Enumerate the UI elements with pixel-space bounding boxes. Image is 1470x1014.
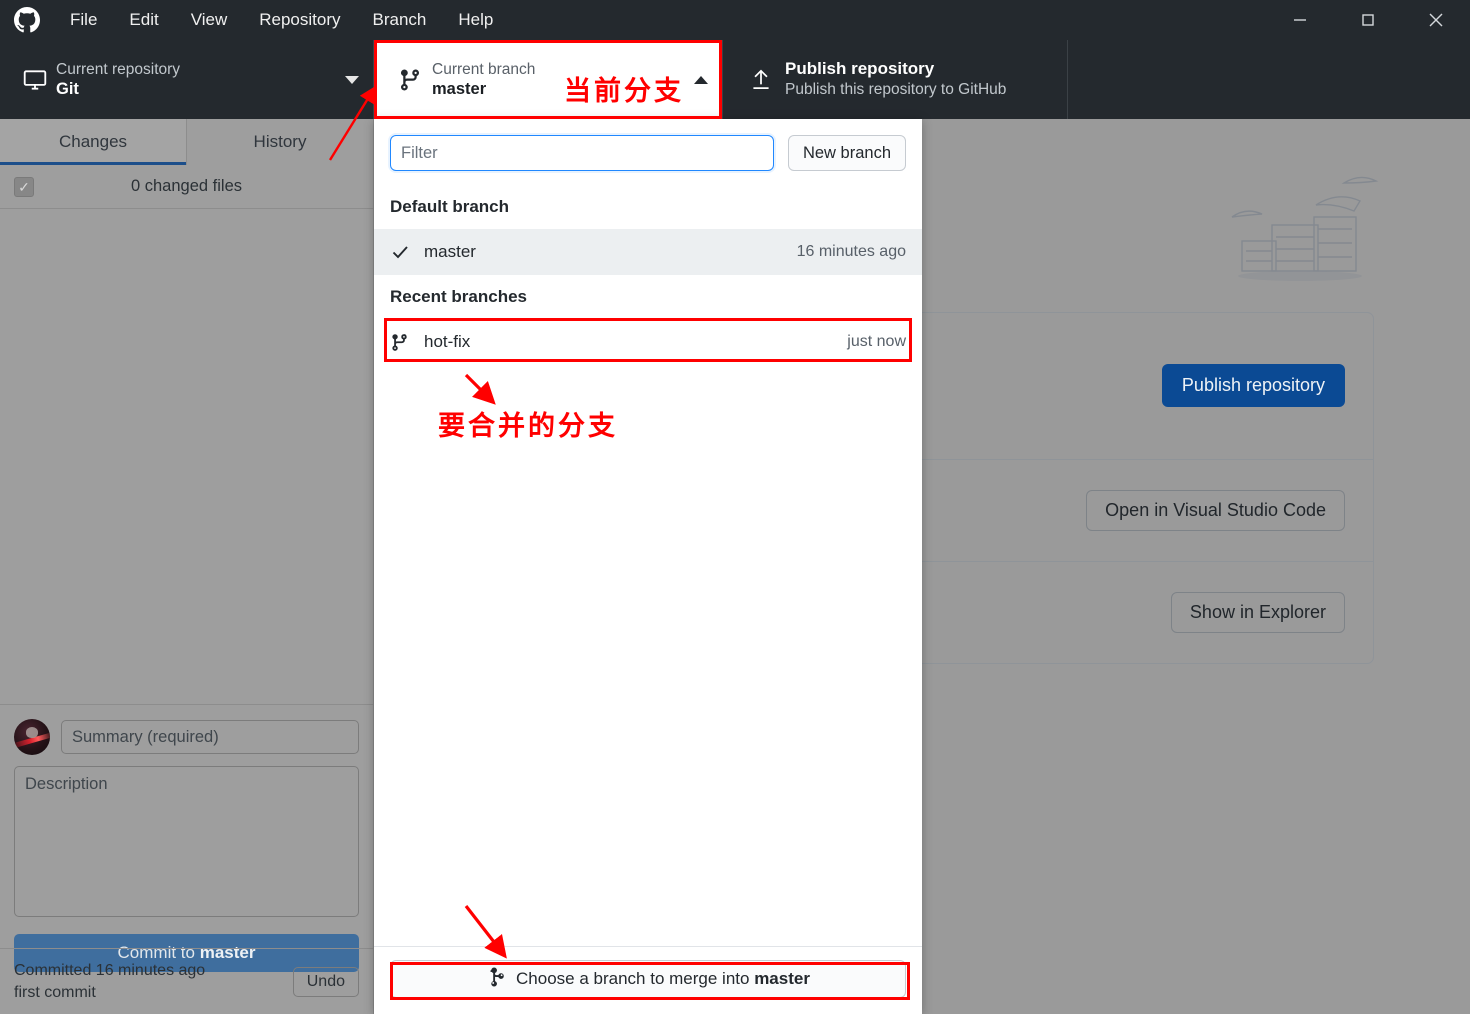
tab-changes[interactable]: Changes [0,119,186,165]
new-branch-button[interactable]: New branch [787,135,906,171]
changed-files-list[interactable] [0,209,373,704]
last-commit-message: first commit [14,983,96,1001]
chevron-up-icon [694,75,708,84]
branch-list-item-hot-fix[interactable]: hot-fix just now [374,319,922,365]
recent-branches-section-title: Recent branches [390,287,527,306]
menu-item-branch[interactable]: Branch [357,4,443,36]
publish-title: Publish repository [785,59,935,79]
github-logo-icon [0,7,54,33]
branch-time: 16 minutes ago [796,243,906,260]
publish-repository-button[interactable]: Publish repository [1161,364,1345,408]
commit-description-input[interactable] [14,766,359,917]
menu-bar: File Edit View Repository Branch Help [54,4,509,36]
chevron-down-icon [345,75,359,84]
app-toolbar: Current repository Git Current branch ma… [0,40,1470,119]
monitor-icon [14,67,56,93]
show-in-explorer-button[interactable]: Show in Explorer [1170,591,1345,633]
last-commit-time: Committed 16 minutes ago [14,961,206,979]
merge-button-prefix: Choose a branch to merge into [516,969,755,988]
commit-summary-input[interactable] [61,720,359,754]
upload-icon [737,67,785,93]
publish-repository-toolbar-button[interactable]: Publish repository Publish this reposito… [722,40,1068,119]
current-branch-name: master [432,79,487,98]
menu-item-file[interactable]: File [54,4,113,36]
default-branch-section-title: Default branch [390,197,510,216]
branch-list-item-master[interactable]: master 16 minutes ago [374,229,922,275]
title-bar: File Edit View Repository Branch Help [0,0,1470,40]
check-icon [390,242,424,262]
sidebar: Changes History ✓ 0 changed files Commit… [0,119,374,1014]
dropdown-toolbar: New branch [374,119,922,185]
branch-icon [390,333,424,352]
branch-name: master [424,242,476,261]
current-branch-caption: Current branch [432,60,536,78]
select-all-checkbox[interactable]: ✓ [14,176,34,197]
changed-files-count: 0 changed files [131,177,242,195]
github-desktop-window: File Edit View Repository Branch Help Cu… [0,0,1470,1014]
boxes-illustration-icon [1214,169,1404,314]
dropdown-footer: Choose a branch to merge into master [374,946,922,1014]
window-controls [1266,0,1470,40]
undo-button[interactable]: Undo [292,966,359,997]
menu-item-repository[interactable]: Repository [243,4,356,36]
last-commit-text: Committed 16 minutes ago first commit [14,960,293,1003]
choose-branch-to-merge-button[interactable]: Choose a branch to merge into master [390,960,906,998]
branch-icon [388,68,432,92]
branch-time: just now [847,333,906,350]
changed-files-header: ✓ 0 changed files [0,165,373,209]
menu-item-view[interactable]: View [175,4,244,36]
sidebar-tabs: Changes History [0,119,373,165]
menu-item-edit[interactable]: Edit [113,4,174,36]
branch-name: hot-fix [424,332,471,351]
merge-icon [486,966,506,992]
summary-row [14,719,359,755]
current-repository-caption: Current repository [56,60,181,78]
merge-button-label: Choose a branch to merge into master [516,969,810,989]
commit-area: Commit to master [0,704,373,984]
close-icon[interactable] [1402,0,1470,40]
last-commit-bar: Committed 16 minutes ago first commit Un… [0,948,373,1014]
minimize-icon[interactable] [1266,0,1334,40]
current-repository-name: Git [56,79,79,98]
current-repository-button[interactable]: Current repository Git [0,40,374,119]
maximize-icon[interactable] [1334,0,1402,40]
current-branch-button[interactable]: Current branch master [374,40,722,119]
avatar [14,719,50,755]
open-in-visual-studio-code-button[interactable]: Open in Visual Studio Code [1086,489,1345,531]
branch-filter-input[interactable] [390,135,774,171]
menu-item-help[interactable]: Help [442,4,509,36]
branch-dropdown-panel: New branch Default branch master 16 minu… [374,119,922,1014]
dropdown-spacer [374,365,922,946]
merge-button-branch: master [754,969,810,988]
tab-history[interactable]: History [187,119,373,165]
publish-subtitle: Publish this repository to GitHub [785,81,1007,99]
